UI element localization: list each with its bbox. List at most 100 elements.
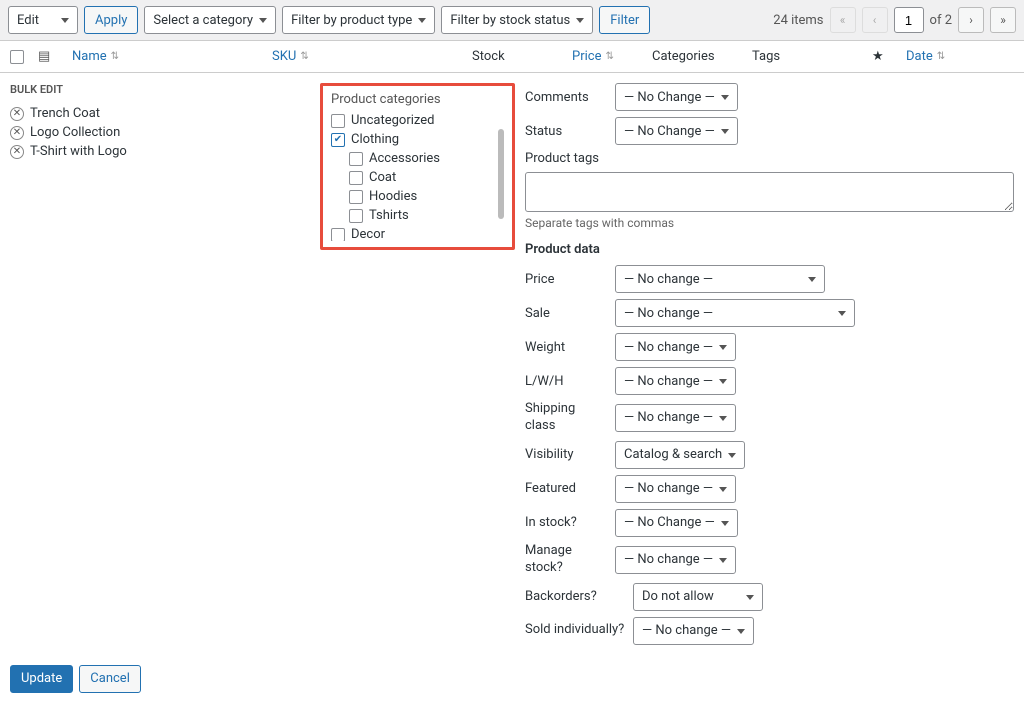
category-item: Uncategorized — [331, 111, 494, 130]
pagination: 24 items « ‹ of 2 › » — [773, 7, 1016, 33]
category-checkbox[interactable] — [349, 190, 363, 204]
featured-select[interactable]: — No change — — [615, 475, 736, 503]
category-checkbox[interactable] — [349, 171, 363, 185]
star-icon: ★ — [872, 49, 884, 64]
backorders-select[interactable]: Do not allow — [633, 583, 763, 611]
category-checkbox[interactable] — [331, 228, 345, 242]
price-label: Price — [525, 272, 607, 287]
bulk-action-select[interactable]: Edit — [8, 6, 78, 34]
shipping-value: — No change — — [624, 410, 713, 425]
comments-select[interactable]: — No Change — — [615, 83, 738, 111]
column-name[interactable]: Name ⇅ — [72, 49, 272, 64]
category-filter-value: Select a category — [153, 13, 253, 28]
column-stock: Stock — [472, 49, 572, 64]
remove-icon[interactable]: ✕ — [10, 145, 24, 159]
category-list-scroll[interactable]: Uncategorized Clothing Accessories Coat Hood… — [331, 111, 506, 241]
column-date-label: Date — [906, 49, 933, 64]
cancel-label: Cancel — [90, 671, 130, 686]
column-date[interactable]: Date ⇅ — [906, 49, 986, 64]
shipping-label: Shipping class — [525, 401, 607, 435]
product-tags-input[interactable] — [525, 172, 1014, 212]
update-button[interactable]: Update — [10, 665, 73, 693]
price-value: — No change — — [624, 272, 713, 287]
sold-select[interactable]: — No change — — [633, 617, 754, 645]
bulk-item-label: Logo Collection — [30, 125, 120, 140]
status-label: Status — [525, 124, 607, 139]
category-checkbox[interactable] — [349, 152, 363, 166]
apply-button[interactable]: Apply — [84, 6, 138, 34]
visibility-select[interactable]: Catalog & search — [615, 441, 745, 469]
status-select[interactable]: — No Change — — [615, 117, 738, 145]
category-label: Hoodies — [369, 189, 417, 204]
category-checkbox[interactable] — [331, 133, 345, 147]
sort-icon: ⇅ — [111, 53, 119, 61]
category-checkbox[interactable] — [349, 209, 363, 223]
category-filter-select[interactable]: Select a category — [144, 6, 276, 34]
product-type-filter-select[interactable]: Filter by product type — [282, 6, 435, 34]
sale-value: — No change — — [624, 306, 713, 321]
column-name-label: Name — [72, 49, 107, 64]
category-label: Accessories — [369, 151, 440, 166]
category-item: Clothing — [331, 130, 494, 149]
instock-select[interactable]: — No Change — — [615, 509, 738, 537]
category-checkbox[interactable] — [331, 114, 345, 128]
sort-icon: ⇅ — [605, 53, 613, 61]
remove-icon[interactable]: ✕ — [10, 107, 24, 121]
weight-value: — No change — — [624, 340, 713, 355]
column-sku-label: SKU — [272, 49, 296, 64]
pagination-current-input[interactable] — [894, 7, 924, 33]
column-categories: Categories — [652, 49, 752, 64]
manage-select[interactable]: — No change — — [615, 546, 736, 574]
bulk-item: ✕T-Shirt with Logo — [10, 142, 310, 161]
category-item: Tshirts — [331, 206, 494, 225]
category-label: Uncategorized — [351, 113, 434, 128]
scrollbar-thumb[interactable] — [498, 129, 504, 219]
category-label: Coat — [369, 170, 396, 185]
category-label: Clothing — [351, 132, 399, 147]
pagination-prev: ‹ — [862, 7, 888, 33]
bulk-item-label: Trench Coat — [30, 106, 100, 121]
price-select[interactable]: — No change — — [615, 265, 825, 293]
column-price[interactable]: Price ⇅ — [572, 49, 652, 64]
sale-select[interactable]: — No change — — [615, 299, 855, 327]
apply-label: Apply — [95, 13, 127, 28]
image-icon: ▤ — [38, 49, 50, 64]
lwh-label: L/W/H — [525, 374, 607, 389]
product-tags-label: Product tags — [525, 151, 1014, 166]
lwh-select[interactable]: — No change — — [615, 367, 736, 395]
product-categories-title: Product categories — [331, 92, 506, 107]
backorders-label: Backorders? — [525, 589, 625, 604]
pagination-of: of 2 — [930, 13, 952, 28]
right-panel: Comments — No Change — Status — No Chang… — [525, 83, 1014, 645]
bulk-item: ✕ Logo Collection — [10, 123, 310, 142]
lwh-value: — No change — — [624, 374, 713, 389]
filter-label: Filter — [610, 13, 639, 28]
column-sku[interactable]: SKU ⇅ — [272, 49, 472, 64]
sold-label: Sold individually? — [525, 622, 625, 639]
weight-label: Weight — [525, 340, 607, 355]
manage-label: Manage stock? — [525, 543, 607, 577]
bulk-items-column: BULK EDIT ✕Trench Coat✕Logo Collection✕T… — [10, 83, 310, 161]
column-stock-label: Stock — [472, 49, 505, 64]
select-all-checkbox[interactable] — [10, 50, 24, 64]
pagination-next[interactable]: › — [958, 7, 984, 33]
pagination-last[interactable]: » — [990, 7, 1016, 33]
filter-button[interactable]: Filter — [599, 6, 650, 34]
weight-select[interactable]: — No change — — [615, 333, 736, 361]
manage-value: — No change — — [624, 552, 713, 567]
visibility-label: Visibility — [525, 447, 607, 462]
toolbar: Edit Apply Select a category Filter by p… — [0, 0, 1024, 41]
bulk-item: ✕ Trench Coat — [10, 104, 310, 123]
featured-value: — No change — — [624, 481, 713, 496]
featured-label: Featured — [525, 481, 607, 496]
stock-status-filter-select[interactable]: Filter by stock status — [441, 6, 593, 34]
cancel-button[interactable]: Cancel — [79, 665, 141, 693]
visibility-value: Catalog & search — [624, 447, 722, 462]
remove-icon[interactable]: ✕ — [10, 126, 24, 140]
category-item: Decor — [331, 225, 494, 241]
bulk-edit-panel: BULK EDIT ✕Trench Coat✕Logo Collection✕T… — [0, 73, 1024, 655]
sale-label: Sale — [525, 306, 607, 321]
footer: Update Cancel — [0, 655, 1024, 703]
shipping-select[interactable]: — No change — — [615, 404, 736, 432]
product-tags-helper: Separate tags with commas — [525, 216, 1014, 230]
